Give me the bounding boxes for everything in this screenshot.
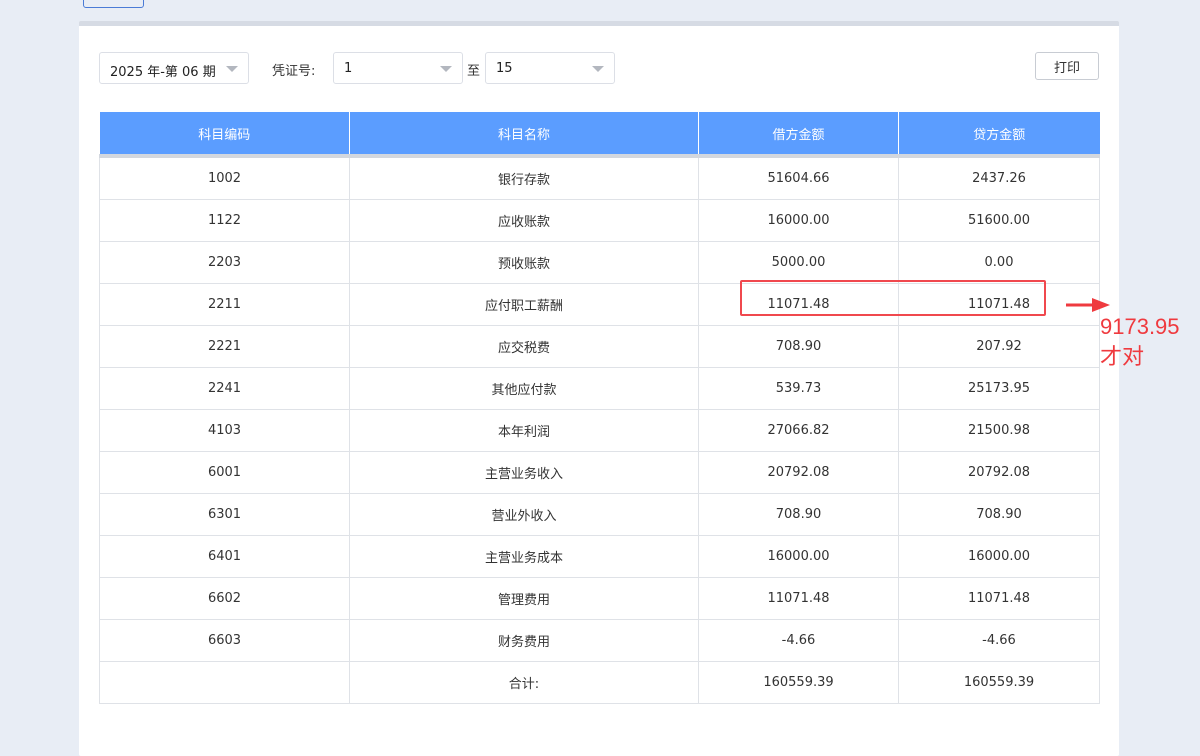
account-code: 6001 [99,451,350,494]
highlight-box [740,280,1046,316]
account-name: 应交税费 [349,325,699,368]
annotation-line-2: 才对 [1100,344,1145,369]
total-debit: 160559.39 [698,661,899,704]
account-code: 1122 [99,199,350,242]
credit-amount: 16000.00 [898,535,1100,578]
debit-amount: 51604.66 [698,155,899,200]
table-row: 6603 财务费用 -4.66 -4.66 [99,619,1100,662]
header-debit: 借方金额 [698,112,899,158]
account-code: 2211 [99,283,350,326]
account-name: 营业外收入 [349,493,699,536]
table-row: 2221 应交税费 708.90 207.92 [99,325,1100,368]
credit-amount: 20792.08 [898,451,1100,494]
table-row: 1122 应收账款 16000.00 51600.00 [99,199,1100,242]
total-row: 合计: 160559.39 160559.39 [99,661,1100,704]
table-row: 6001 主营业务收入 20792.08 20792.08 [99,451,1100,494]
table-row: 4103 本年利润 27066.82 21500.98 [99,409,1100,452]
debit-amount: 16000.00 [698,535,899,578]
table-row: 6301 营业外收入 708.90 708.90 [99,493,1100,536]
debit-amount: 20792.08 [698,451,899,494]
total-credit: 160559.39 [898,661,1100,704]
credit-amount: -4.66 [898,619,1100,662]
header-credit: 贷方金额 [898,112,1100,158]
account-code: 6602 [99,577,350,620]
account-name: 其他应付款 [349,367,699,410]
header-account-name: 科目名称 [349,112,699,158]
voucher-label: 凭证号: [272,64,316,79]
annotation-note: 9173.95 才对 [1100,312,1180,372]
account-name: 银行存款 [349,155,699,200]
account-name: 主营业务收入 [349,451,699,494]
period-value: 2025 年-第 06 期 [110,65,216,80]
credit-amount: 708.90 [898,493,1100,536]
debit-amount: 708.90 [698,325,899,368]
debit-amount: 539.73 [698,367,899,410]
credit-amount: 11071.48 [898,577,1100,620]
account-code: 6603 [99,619,350,662]
report-card: 2025 年-第 06 期 凭证号: 1 至 15 打印 科目编码 科目名称 借… [79,21,1119,756]
table-row: 6602 管理费用 11071.48 11071.48 [99,577,1100,620]
account-code: 1002 [99,155,350,200]
debit-amount: -4.66 [698,619,899,662]
voucher-from-value: 1 [344,61,353,76]
voucher-to-select[interactable]: 15 [485,52,615,84]
account-name: 管理费用 [349,577,699,620]
credit-amount: 2437.26 [898,155,1100,200]
chevron-down-icon [440,66,452,72]
total-label: 合计: [349,661,699,704]
debit-amount: 11071.48 [698,577,899,620]
period-select[interactable]: 2025 年-第 06 期 [99,52,249,84]
ledger-table: 科目编码 科目名称 借方金额 贷方金额 1002 银行存款 51604.66 2… [99,112,1100,704]
credit-amount: 21500.98 [898,409,1100,452]
header-account-code: 科目编码 [99,112,350,158]
toolbar: 2025 年-第 06 期 凭证号: 1 至 15 打印 [99,52,1099,86]
print-button[interactable]: 打印 [1035,52,1099,80]
account-code: 6301 [99,493,350,536]
table-header-row: 科目编码 科目名称 借方金额 贷方金额 [99,112,1100,158]
table-row: 1002 银行存款 51604.66 2437.26 [99,155,1100,200]
account-name: 财务费用 [349,619,699,662]
account-name: 本年利润 [349,409,699,452]
to-label: 至 [467,64,481,79]
debit-amount: 27066.82 [698,409,899,452]
credit-amount: 25173.95 [898,367,1100,410]
debit-amount: 16000.00 [698,199,899,242]
total-code [99,661,350,704]
top-tab[interactable] [83,0,144,8]
account-code: 6401 [99,535,350,578]
table-row: 6401 主营业务成本 16000.00 16000.00 [99,535,1100,578]
table-row: 2241 其他应付款 539.73 25173.95 [99,367,1100,410]
credit-amount: 51600.00 [898,199,1100,242]
credit-amount: 0.00 [898,241,1100,284]
account-code: 4103 [99,409,350,452]
credit-amount: 207.92 [898,325,1100,368]
account-name: 主营业务成本 [349,535,699,578]
account-code: 2241 [99,367,350,410]
chevron-down-icon [592,66,604,72]
account-name: 应收账款 [349,199,699,242]
debit-amount: 708.90 [698,493,899,536]
account-name: 应付职工薪酬 [349,283,699,326]
debit-amount: 5000.00 [698,241,899,284]
voucher-to-value: 15 [496,61,513,76]
table-row: 2203 预收账款 5000.00 0.00 [99,241,1100,284]
voucher-from-select[interactable]: 1 [333,52,463,84]
account-name: 预收账款 [349,241,699,284]
chevron-down-icon [226,66,238,72]
annotation-line-1: 9173.95 [1100,314,1180,339]
account-code: 2221 [99,325,350,368]
account-code: 2203 [99,241,350,284]
